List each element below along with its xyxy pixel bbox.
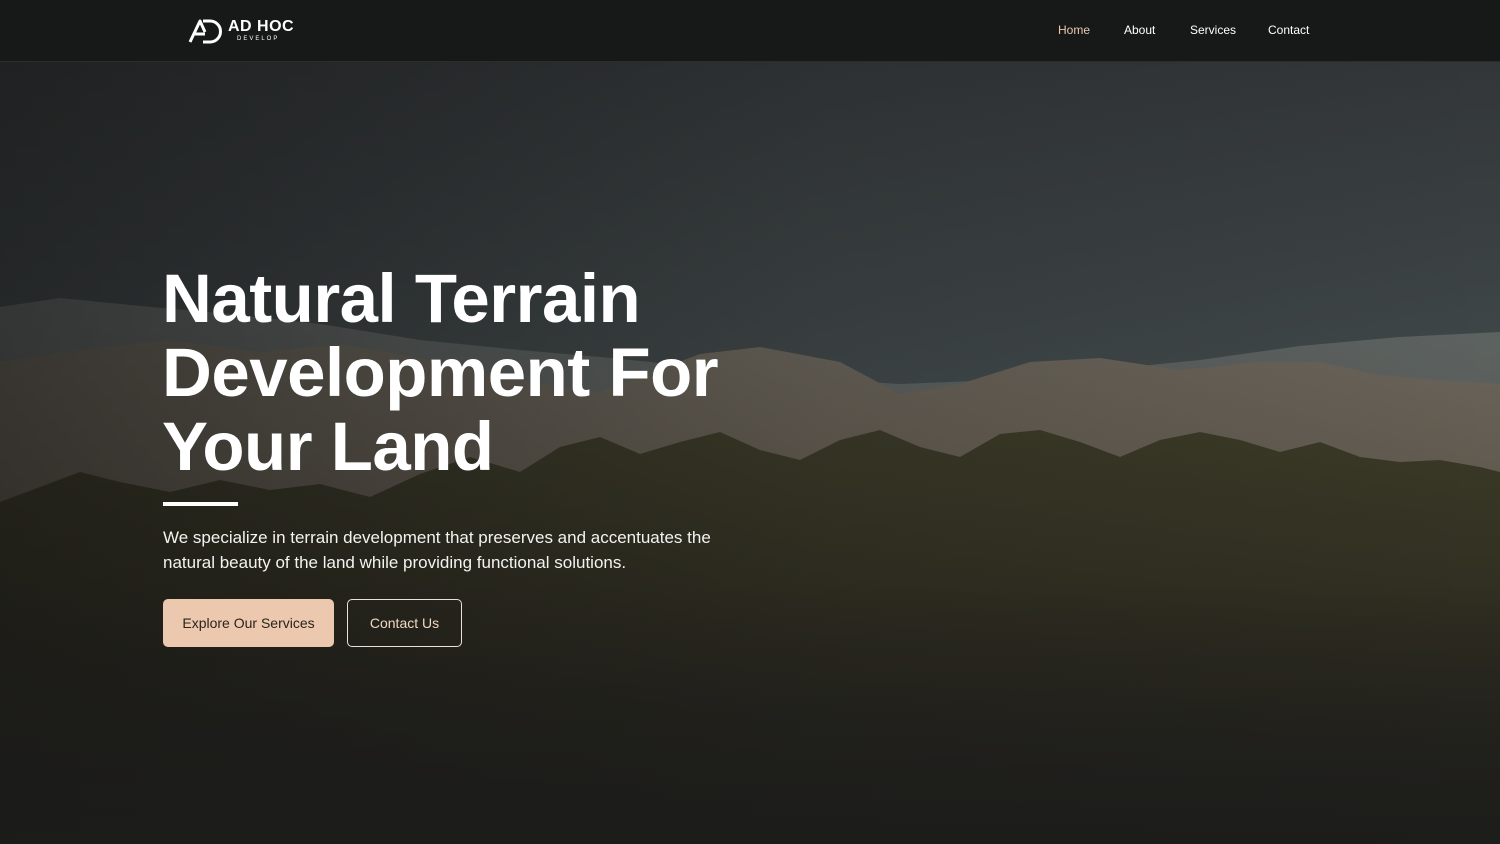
nav-home-link[interactable]: Home — [1058, 23, 1090, 37]
hero-title: Natural Terrain Development For Your Lan… — [162, 262, 862, 484]
hero-title-line-1: Natural Terrain — [162, 260, 641, 337]
brand-logo[interactable]: AD HOC DEVELOP — [188, 16, 298, 46]
hero-title-line-3: Your Land — [162, 408, 494, 485]
hero-description-line-2: natural beauty of the land while providi… — [163, 553, 627, 572]
ad-monogram-icon — [188, 19, 222, 44]
nav-services-link[interactable]: Services — [1190, 23, 1236, 37]
hero-description: We specialize in terrain development tha… — [163, 525, 763, 575]
hero-section: Natural Terrain Development For Your Lan… — [0, 62, 1500, 844]
explore-services-button[interactable]: Explore Our Services — [163, 599, 334, 647]
hero-title-line-2: Development For — [162, 334, 719, 411]
nav-about-link[interactable]: About — [1124, 23, 1155, 37]
title-divider — [163, 502, 238, 506]
contact-us-button[interactable]: Contact Us — [347, 599, 462, 647]
hero-description-line-1: We specialize in terrain development tha… — [163, 528, 711, 547]
brand-name: AD HOC — [228, 18, 295, 35]
brand-tagline: DEVELOP — [237, 36, 280, 42]
nav-contact-link[interactable]: Contact — [1268, 23, 1309, 37]
top-navbar: AD HOC DEVELOP Home About Services Conta… — [0, 0, 1500, 62]
